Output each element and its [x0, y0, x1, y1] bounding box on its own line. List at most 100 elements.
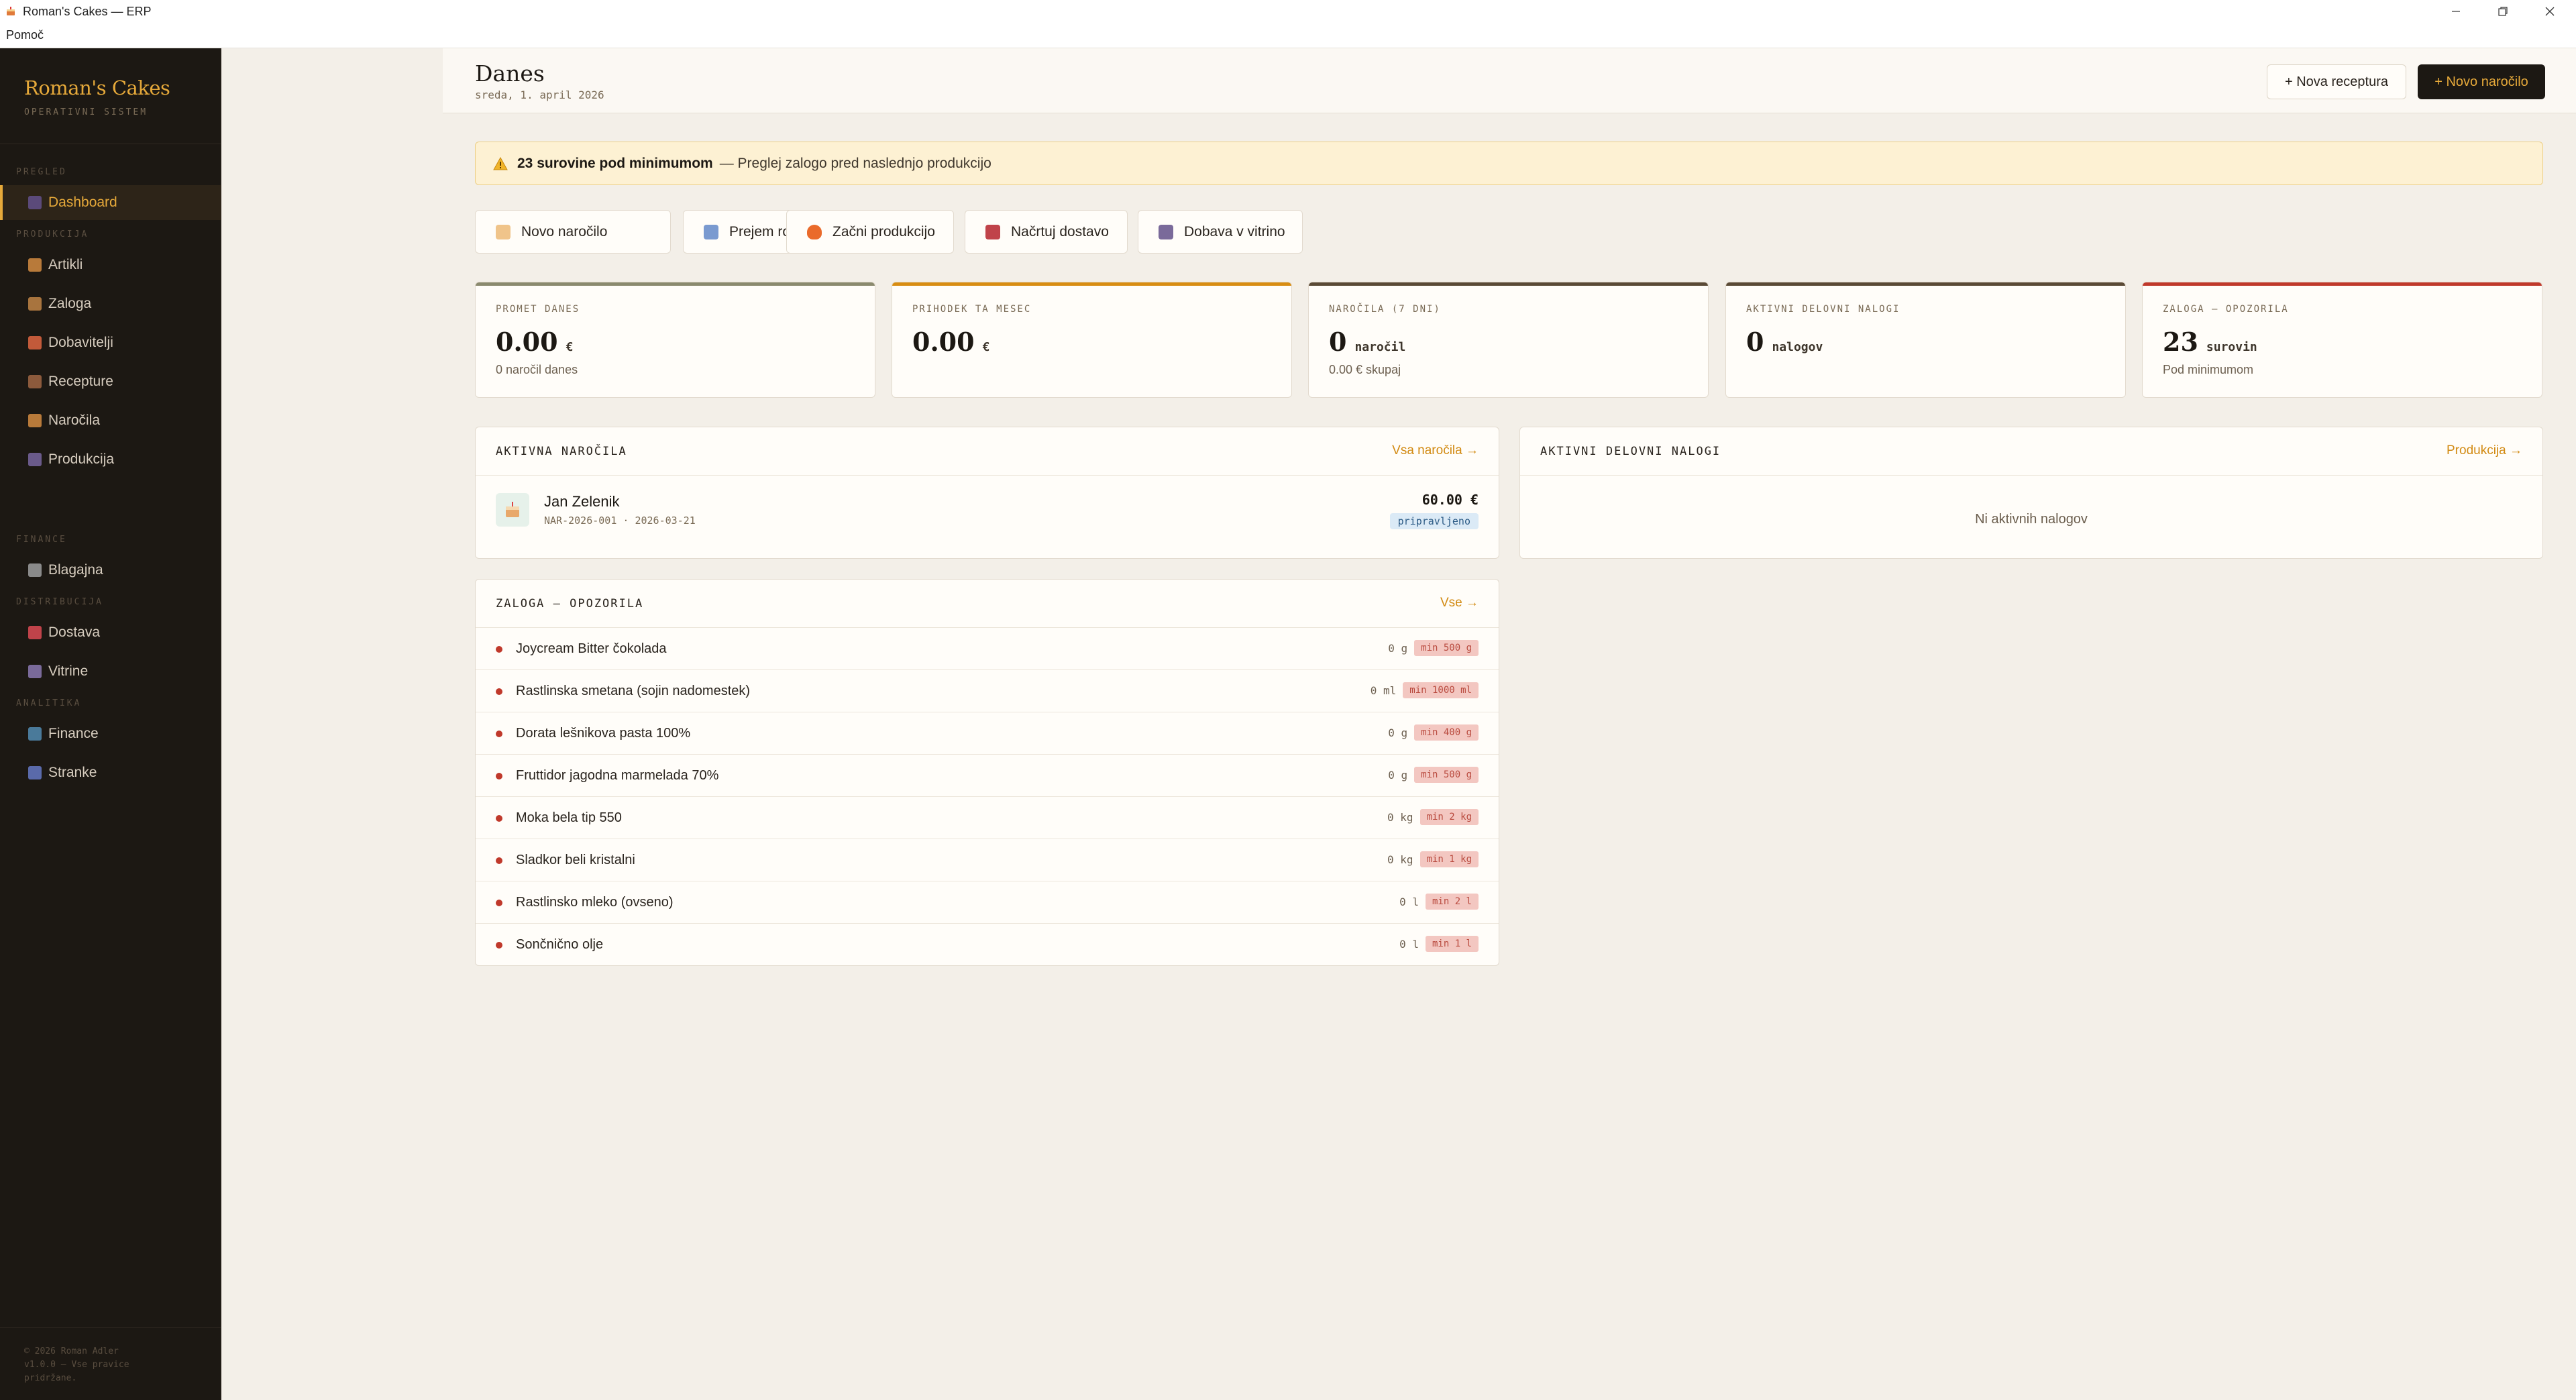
sidebar-item-label: Recepture [48, 374, 113, 389]
stock-row[interactable]: Sladkor beli kristalni 0 kg min 1 kg [476, 839, 1499, 881]
quick-action-new-order[interactable]: Novo naročilo [475, 210, 671, 254]
footer-line: © 2026 Roman Adler [24, 1346, 119, 1356]
stock-row[interactable]: Dorata lešnikova pasta 100% 0 g min 400 g [476, 712, 1499, 755]
sidebar-item-blagajna[interactable]: Blagajna [0, 553, 221, 588]
warning-icon [493, 156, 508, 170]
page-date: sreda, 1. april 2026 [475, 89, 604, 101]
minimize-button[interactable] [2432, 0, 2479, 23]
stock-quantity: 0 g [1388, 641, 1408, 655]
sidebar-item-narocila[interactable]: Naročila [0, 403, 221, 438]
stock-quantity-group: 0 kg min 2 kg [1387, 809, 1479, 825]
panel-header: AKTIVNI DELOVNI NALOGI Produkcija → [1520, 427, 2542, 476]
sidebar-item-finance[interactable]: Finance [0, 716, 221, 751]
empty-state: Ni aktivnih nalogov [1975, 512, 2088, 527]
close-button[interactable] [2526, 0, 2573, 23]
close-icon [2545, 7, 2555, 16]
order-row[interactable]: Jan Zelenik NAR-2026-001 · 2026-03-21 60… [476, 476, 1499, 543]
sidebar-item-dostava[interactable]: Dostava [0, 615, 221, 650]
sidebar-item-produkcija[interactable]: Produkcija [0, 442, 221, 477]
stat-unit: surovin [2206, 340, 2257, 354]
order-meta: NAR-2026-001 · 2026-03-21 [544, 515, 696, 527]
stat-number: 0 [1746, 327, 1764, 357]
cake-icon [496, 493, 529, 527]
nav-section-finance: FINANCE [16, 535, 67, 545]
stock-quantity: 0 g [1388, 768, 1408, 782]
restore-button[interactable] [2479, 0, 2526, 23]
sidebar-footer: © 2026 Roman Adler v1.0.0 — Vse pravice … [0, 1327, 221, 1400]
all-orders-link[interactable]: Vsa naročila → [1392, 443, 1479, 458]
sidebar-item-label: Zaloga [48, 296, 92, 311]
stat-accent-bar [1726, 282, 2125, 286]
sidebar-item-label: Dobavitelji [48, 335, 113, 350]
stock-item-name: Moka bela tip 550 [516, 810, 622, 825]
stat-card-orders-week: NAROČILA (7 DNI) 0 naročil 0.00 € skupaj [1308, 282, 1709, 398]
stat-card-revenue-today: PROMET DANES 0.00 € 0 naročil danes [475, 282, 875, 398]
sidebar-item-label: Stranke [48, 765, 97, 780]
panel-header: ZALOGA — OPOZORILA Vse → [476, 580, 1499, 628]
footer-line: pridržane. [24, 1373, 77, 1383]
sidebar-item-stranke[interactable]: Stranke [0, 755, 221, 790]
book-icon [28, 375, 42, 388]
new-recipe-button[interactable]: + Nova receptura [2267, 64, 2406, 99]
production-link[interactable]: Produkcija → [2447, 443, 2522, 458]
stock-minimum-badge: min 400 g [1414, 724, 1479, 741]
stock-quantity-group: 0 l min 1 l [1399, 936, 1479, 952]
sidebar-item-label: Blagajna [48, 562, 103, 578]
stock-quantity: 0 g [1388, 726, 1408, 739]
stock-row[interactable]: Rastlinsko mleko (ovseno) 0 l min 2 l [476, 881, 1499, 924]
stock-row[interactable]: Rastlinska smetana (sojin nadomestek) 0 m… [476, 670, 1499, 712]
all-stock-link[interactable]: Vse → [1440, 596, 1479, 610]
stock-item-name: Sončnično olje [516, 937, 604, 952]
cake-icon [496, 224, 511, 239]
alert-dot-icon [496, 942, 502, 949]
alert-dot-icon [496, 857, 502, 864]
window-title: Roman's Cakes — ERP [23, 4, 152, 18]
stock-row[interactable]: Joycream Bitter čokolada 0 g min 500 g [476, 628, 1499, 670]
car-icon [28, 626, 42, 639]
panel-title: ZALOGA — OPOZORILA [496, 597, 644, 610]
stat-card-active-work-orders: AKTIVNI DELOVNI NALOGI 0 nalogov [1725, 282, 2126, 398]
page-header: Danes sreda, 1. april 2026 + Nova recept… [443, 48, 2576, 113]
nav-section-analitika: ANALITIKA [16, 698, 82, 708]
stock-minimum-badge: min 1 kg [1419, 851, 1479, 867]
stat-sub: 0 naročil danes [496, 363, 578, 376]
panel-title: AKTIVNI DELOVNI NALOGI [1540, 445, 1721, 458]
quick-action-start-production[interactable]: Začni produkcijo [786, 210, 954, 254]
brand-name: Roman's Cakes [24, 76, 170, 99]
low-stock-alert: 23 surovine pod minimumom — Preglej zalo… [475, 142, 2543, 185]
stat-accent-bar [476, 282, 875, 286]
sidebar-item-dashboard[interactable]: Dashboard [0, 185, 221, 220]
stock-quantity-group: 0 g min 500 g [1388, 640, 1479, 656]
brand: Roman's Cakes OPERATIVNI SISTEM [24, 76, 170, 117]
stock-quantity: 0 kg [1387, 853, 1413, 866]
sidebar-item-dobavitelji[interactable]: Dobavitelji [0, 325, 221, 360]
dashboard-icon [28, 196, 42, 209]
stock-item-name: Joycream Bitter čokolada [516, 641, 667, 656]
stat-accent-bar [892, 282, 1291, 286]
sidebar-item-artikli[interactable]: Artikli [0, 248, 221, 282]
quick-action-plan-delivery[interactable]: Načrtuj dostavo [965, 210, 1128, 254]
order-amount: 60.00 € [1421, 492, 1479, 508]
quick-action-supply-showcase[interactable]: Dobava v vitrino [1138, 210, 1303, 254]
package-icon [704, 224, 718, 239]
footer-line: v1.0.0 — Vse pravice [24, 1360, 129, 1370]
stat-label: NAROČILA (7 DNI) [1329, 304, 1441, 315]
sidebar-item-vitrine[interactable]: Vitrine [0, 654, 221, 689]
stat-accent-bar [1309, 282, 1708, 286]
sidebar-item-zaloga[interactable]: Zaloga [0, 286, 221, 321]
sidebar-item-label: Finance [48, 726, 99, 741]
quick-action-label: Začni produkcijo [833, 223, 935, 239]
page-title: Danes [475, 60, 545, 87]
menu-help[interactable]: Pomoč [6, 28, 44, 42]
stat-number: 0.00 [912, 327, 975, 357]
stock-row[interactable]: Moka bela tip 550 0 kg min 2 kg [476, 797, 1499, 839]
stat-unit: € [566, 340, 574, 354]
stock-row[interactable]: Sončnično olje 0 l min 1 l [476, 924, 1499, 966]
restore-icon [2498, 7, 2508, 16]
stat-value: 23 surovin [2163, 327, 2257, 357]
sidebar-item-recepture[interactable]: Recepture [0, 364, 221, 399]
quick-action-label: Novo naročilo [521, 223, 608, 239]
new-order-button[interactable]: + Novo naročilo [2418, 64, 2545, 99]
stock-row[interactable]: Fruttidor jagodna marmelada 70% 0 g min 50… [476, 755, 1499, 797]
box-icon [28, 297, 42, 311]
